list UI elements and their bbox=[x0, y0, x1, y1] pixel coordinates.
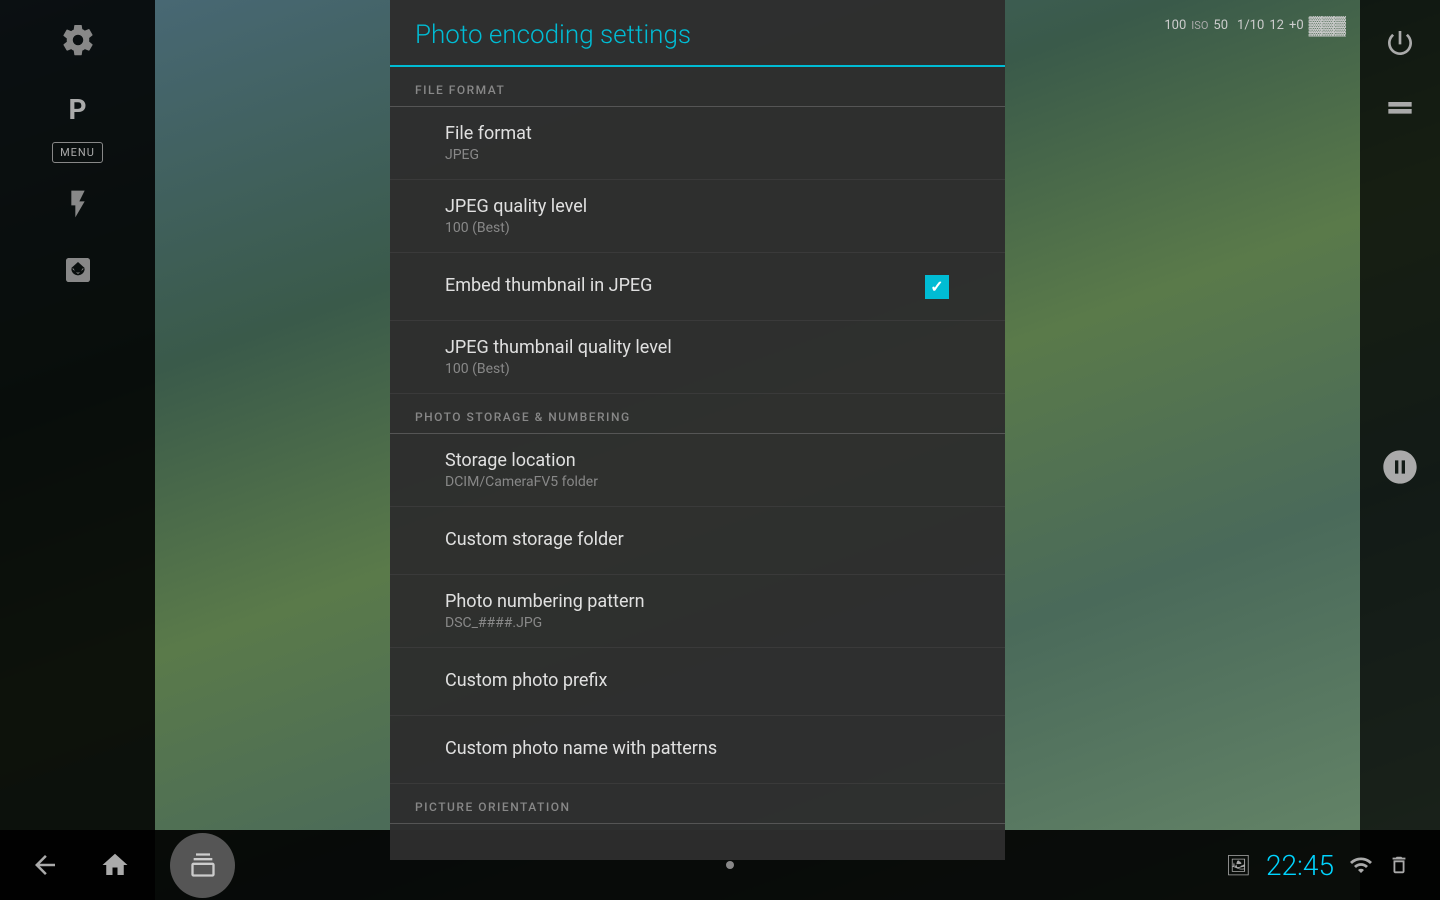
checkbox-checked-icon bbox=[925, 275, 949, 299]
jpeg-quality-value: 100 (Best) bbox=[445, 220, 950, 236]
custom-name-patterns-item[interactable]: Custom photo name with patterns bbox=[390, 716, 1005, 784]
bottom-right-area: 🖼 22:45 bbox=[1226, 849, 1410, 882]
gear-icon[interactable] bbox=[53, 15, 103, 65]
picture-orientation-section-header: PICTURE ORIENTATION bbox=[390, 784, 1005, 824]
custom-prefix-label: Custom photo prefix bbox=[445, 670, 950, 691]
storage-location-value: DCIM/CameraFV5 folder bbox=[445, 474, 950, 490]
iso2-value: 50 bbox=[1213, 18, 1228, 33]
picture-orientation-title: PICTURE ORIENTATION bbox=[415, 800, 571, 814]
iso-value: 100 bbox=[1164, 18, 1186, 33]
left-sidebar: P MENU bbox=[0, 0, 155, 900]
file-format-label: File format bbox=[445, 123, 950, 144]
p-mode-label[interactable]: P bbox=[68, 93, 86, 126]
custom-storage-label: Custom storage folder bbox=[445, 529, 950, 550]
right-sidebar bbox=[1360, 0, 1440, 900]
aperture-icon[interactable] bbox=[1375, 442, 1425, 492]
photo-storage-title: PHOTO STORAGE & NUMBERING bbox=[415, 410, 631, 424]
thumbnail-quality-item[interactable]: JPEG thumbnail quality level 100 (Best) bbox=[390, 321, 1005, 394]
custom-name-patterns-content: Custom photo name with patterns bbox=[445, 738, 950, 762]
home-button[interactable] bbox=[100, 850, 130, 880]
storage-location-label: Storage location bbox=[445, 450, 950, 471]
ev-value: 12 bbox=[1269, 18, 1284, 33]
exposure-value: 1/10 bbox=[1237, 18, 1264, 33]
file-format-item[interactable]: File format JPEG bbox=[390, 107, 1005, 180]
storage-location-item[interactable]: Storage location DCIM/CameraFV5 folder bbox=[390, 434, 1005, 507]
gallery-icon[interactable]: 🖼 bbox=[1226, 853, 1251, 877]
wifi-icon bbox=[1349, 853, 1373, 877]
status-icons: 100 ISO 50 1/10 12 +0 ▓▓▓ bbox=[1164, 15, 1345, 36]
embed-thumbnail-item[interactable]: Embed thumbnail in JPEG bbox=[390, 253, 1005, 321]
embed-thumbnail-content: Embed thumbnail in JPEG bbox=[445, 275, 924, 299]
thumbnail-quality-content: JPEG thumbnail quality level 100 (Best) bbox=[445, 337, 950, 377]
photo-storage-section-header: PHOTO STORAGE & NUMBERING bbox=[390, 394, 1005, 434]
numbering-pattern-item[interactable]: Photo numbering pattern DSC_####.JPG bbox=[390, 575, 1005, 648]
settings-panel: Photo encoding settings FILE FORMAT File… bbox=[390, 0, 1005, 860]
play-icon[interactable] bbox=[53, 245, 103, 295]
storage-icon[interactable] bbox=[1375, 84, 1425, 134]
jpeg-quality-content: JPEG quality level 100 (Best) bbox=[445, 196, 950, 236]
jpeg-quality-item[interactable]: JPEG quality level 100 (Best) bbox=[390, 180, 1005, 253]
back-button[interactable] bbox=[30, 850, 60, 880]
storage-location-content: Storage location DCIM/CameraFV5 folder bbox=[445, 450, 950, 490]
iso-label: ISO bbox=[1191, 19, 1208, 32]
thumbnail-quality-label: JPEG thumbnail quality level bbox=[445, 337, 950, 358]
numbering-pattern-content: Photo numbering pattern DSC_####.JPG bbox=[445, 591, 950, 631]
numbering-pattern-label: Photo numbering pattern bbox=[445, 591, 950, 612]
file-format-value: JPEG bbox=[445, 147, 950, 163]
file-format-section-header: FILE FORMAT bbox=[390, 67, 1005, 107]
custom-storage-content: Custom storage folder bbox=[445, 529, 950, 553]
nav-dot bbox=[726, 861, 734, 869]
file-format-content: File format JPEG bbox=[445, 123, 950, 163]
panel-title: Photo encoding settings bbox=[415, 20, 980, 50]
flash-icon[interactable] bbox=[53, 179, 103, 229]
time-display: 22:45 bbox=[1266, 849, 1334, 882]
panel-header: Photo encoding settings bbox=[390, 0, 1005, 67]
file-format-title: FILE FORMAT bbox=[415, 83, 505, 97]
thumbnail-quality-value: 100 (Best) bbox=[445, 361, 950, 377]
custom-storage-item[interactable]: Custom storage folder bbox=[390, 507, 1005, 575]
ev-suffix: +0 bbox=[1289, 18, 1304, 33]
embed-thumbnail-checkbox[interactable] bbox=[924, 274, 950, 300]
custom-name-patterns-label: Custom photo name with patterns bbox=[445, 738, 950, 759]
jpeg-quality-label: JPEG quality level bbox=[445, 196, 950, 217]
numbering-pattern-value: DSC_####.JPG bbox=[445, 615, 950, 631]
custom-prefix-content: Custom photo prefix bbox=[445, 670, 950, 694]
recents-button[interactable] bbox=[170, 833, 235, 898]
trash-icon[interactable] bbox=[1388, 854, 1410, 876]
power-icon[interactable] bbox=[1375, 18, 1425, 68]
custom-prefix-item[interactable]: Custom photo prefix bbox=[390, 648, 1005, 716]
embed-thumbnail-label: Embed thumbnail in JPEG bbox=[445, 275, 924, 296]
menu-button[interactable]: MENU bbox=[52, 142, 103, 163]
battery-icon: ▓▓▓ bbox=[1309, 15, 1345, 36]
